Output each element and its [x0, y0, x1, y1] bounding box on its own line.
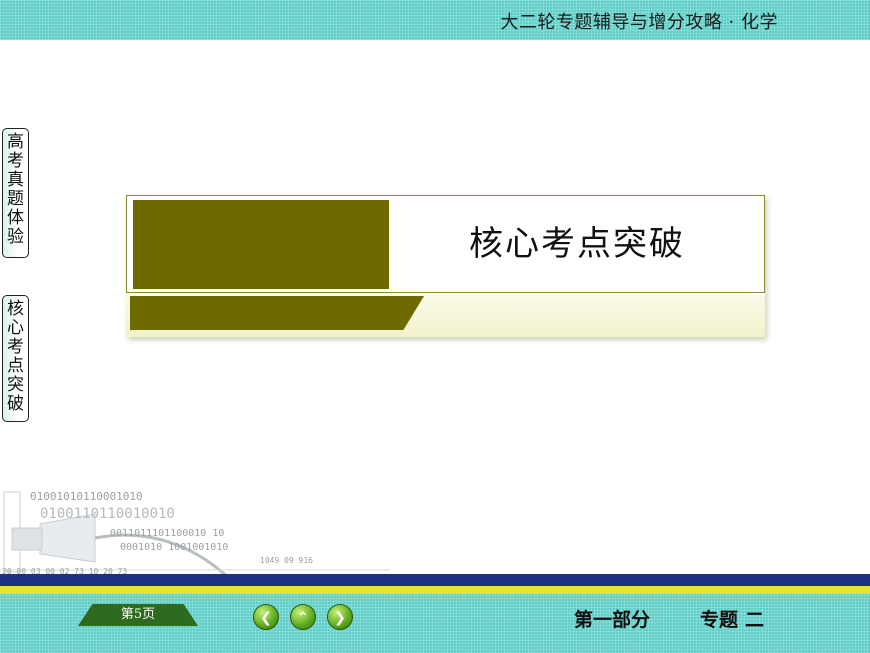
book-title: 大二轮专题辅导与增分攻略 · 化学 [500, 12, 778, 33]
olive-block [133, 200, 389, 289]
decorative-binary-background: 01001010110001010 0100110110010010 00110… [0, 484, 390, 579]
side-tab-core-points[interactable]: 核 心 考 点 突 破 [2, 295, 29, 422]
decor-number-line: 1049 09 916 [260, 556, 313, 565]
topic-number: 二 [745, 609, 765, 631]
footer-yellow-stripe [0, 586, 870, 594]
side-tab-label: 高 考 真 题 体 验 [7, 132, 24, 247]
chevron-right-icon: ❯ [334, 610, 346, 626]
decor-binary-line: 0011011101100010 10 [110, 528, 225, 539]
part-label: 第一部分 [574, 609, 651, 631]
card-top-frame: 核心考点突破 [126, 195, 765, 293]
home-up-button[interactable]: ⌃ [290, 604, 316, 630]
side-tab-exam-experience[interactable]: 高 考 真 题 体 验 [2, 128, 29, 258]
next-page-button[interactable]: ❯ [327, 604, 353, 630]
decor-binary-line: 0001010 1001001010 [120, 542, 229, 553]
chevron-left-icon: ❮ [260, 610, 272, 626]
side-tab-label: 核 心 考 点 突 破 [7, 299, 24, 414]
topic-label: 专题 [700, 609, 739, 631]
decor-binary-line: 0100110110010010 [40, 506, 175, 522]
top-header-bar: 大二轮专题辅导与增分攻略 · 化学 [0, 0, 870, 40]
footer-navy-stripe [0, 574, 870, 586]
page-number-badge: 第5页 [78, 604, 198, 626]
decor-binary-line: 01001010110001010 [30, 490, 143, 503]
olive-ribbon [130, 296, 424, 330]
card-title: 核心考点突破 [469, 224, 685, 264]
prev-page-button[interactable]: ❮ [253, 604, 279, 630]
chevron-up-icon: ⌃ [297, 610, 309, 626]
section-title-card: 核心考点突破 [126, 195, 765, 337]
